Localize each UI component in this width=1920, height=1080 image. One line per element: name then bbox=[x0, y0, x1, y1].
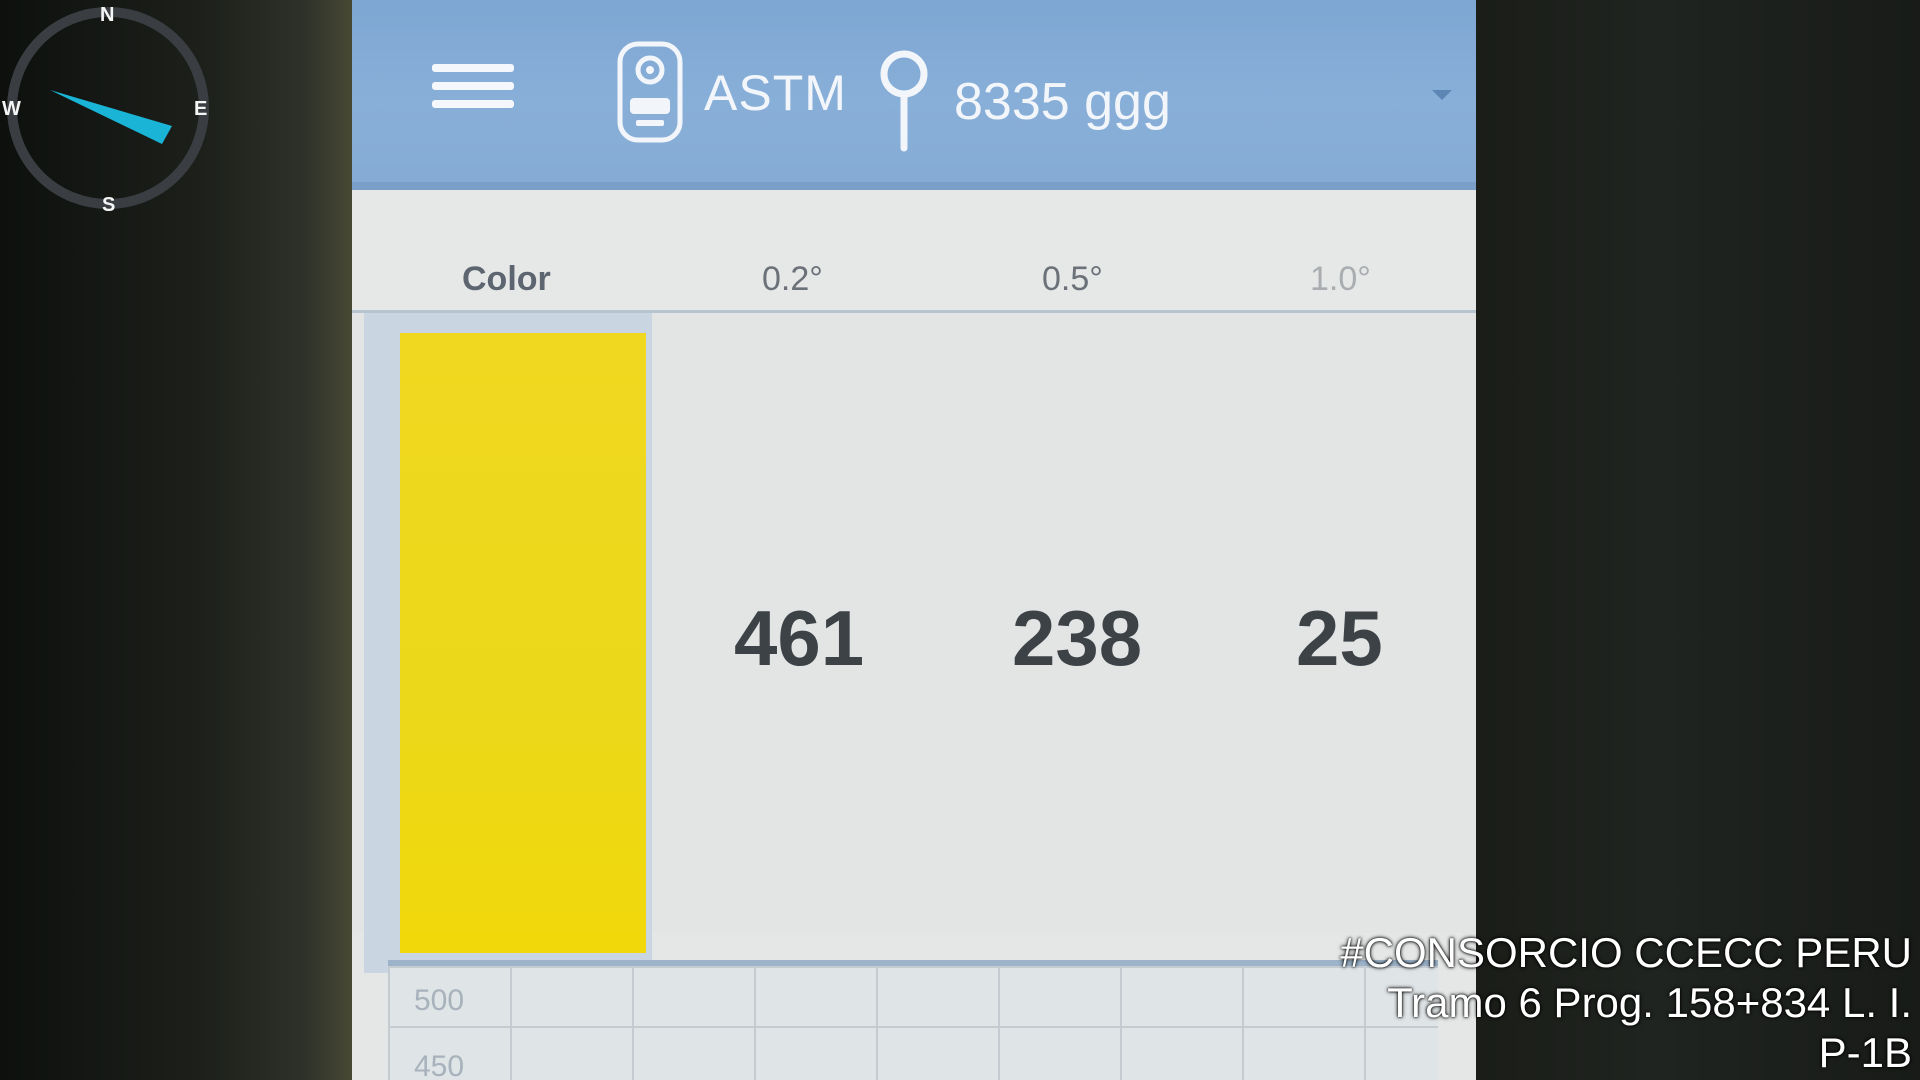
header-color: Color bbox=[462, 260, 551, 298]
photo-scene: ASTM 8335 ggg Color 0.2° 0.5° 1.0° 461 2… bbox=[0, 0, 1920, 1080]
color-swatch-frame bbox=[364, 313, 652, 973]
table-header: Color 0.2° 0.5° 1.0° bbox=[352, 190, 1476, 313]
watermark-line-1: #CONSORCIO CCECC PERU bbox=[1340, 929, 1912, 976]
compass-dial bbox=[7, 7, 209, 209]
table-row: 461 238 25 bbox=[352, 313, 1476, 973]
standard-label: ASTM bbox=[704, 65, 847, 121]
app-toolbar: ASTM 8335 ggg bbox=[352, 0, 1476, 190]
retroreflectometer-icon bbox=[617, 41, 683, 143]
color-swatch bbox=[400, 333, 646, 953]
value-angle-0-5: 238 bbox=[1012, 594, 1143, 682]
watermark-line-2: Tramo 6 Prog. 158+834 L. I. bbox=[1387, 979, 1912, 1026]
compass-south-label: S bbox=[102, 194, 116, 216]
compass-east-label: E bbox=[194, 98, 208, 120]
value-angle-0-2: 461 bbox=[734, 594, 865, 682]
chevron-down-icon[interactable] bbox=[1432, 90, 1452, 100]
graph-label-450: 450 bbox=[414, 1050, 465, 1080]
graph-label-500: 500 bbox=[414, 984, 465, 1017]
history-graph: 500 450 bbox=[388, 960, 1438, 1080]
site-label[interactable]: 8335 ggg bbox=[954, 72, 1171, 132]
photo-watermark: #CONSORCIO CCECC PERU Tramo 6 Prog. 158+… bbox=[1312, 928, 1912, 1078]
device-bezel-right bbox=[1476, 0, 1920, 1080]
header-angle-0-5: 0.5° bbox=[1042, 260, 1103, 298]
header-angle-1-0: 1.0° bbox=[1310, 260, 1371, 298]
compass-overlay: N S W E bbox=[0, 0, 216, 216]
watermark-line-3: P-1B bbox=[1818, 1029, 1912, 1076]
compass-needle bbox=[50, 90, 172, 144]
device-screen: ASTM 8335 ggg Color 0.2° 0.5° 1.0° 461 2… bbox=[352, 0, 1476, 1080]
compass-north-label: N bbox=[100, 4, 115, 26]
hamburger-menu-icon[interactable] bbox=[432, 64, 514, 120]
map-pin-icon bbox=[880, 50, 928, 152]
value-angle-1-0: 25 bbox=[1296, 594, 1383, 682]
header-angle-0-2: 0.2° bbox=[762, 260, 823, 298]
compass-west-label: W bbox=[2, 98, 21, 120]
